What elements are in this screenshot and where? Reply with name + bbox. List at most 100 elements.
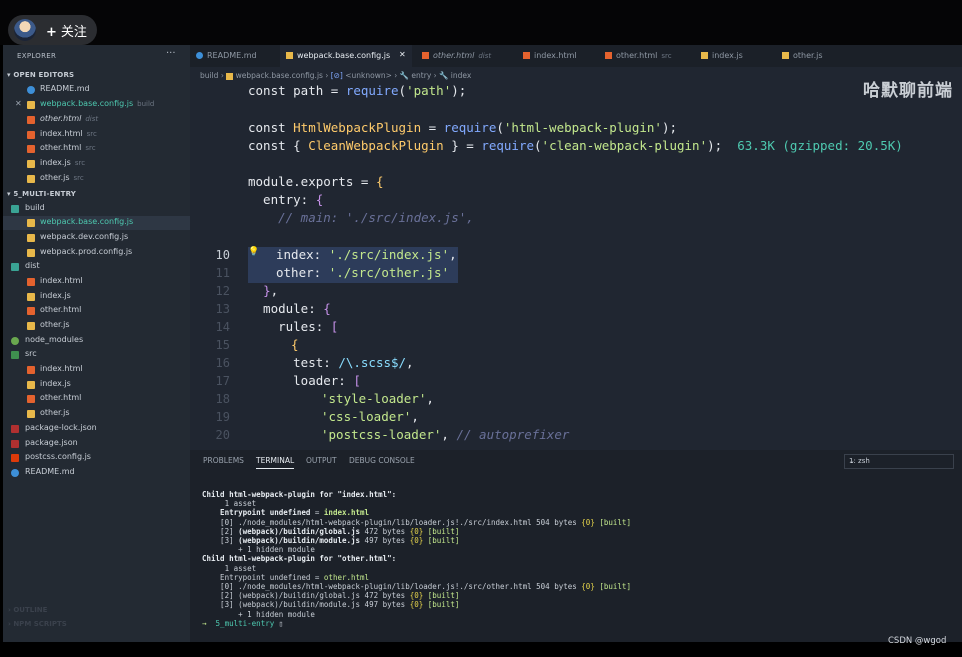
tree-label: dist	[25, 261, 40, 270]
tree-label: postcss.config.js	[25, 452, 91, 461]
tab-readme[interactable]: README.md	[196, 45, 280, 67]
open-editor-item[interactable]: README.md	[3, 83, 190, 97]
js-file-icon	[27, 219, 35, 227]
open-editor-label: other.html dist	[40, 114, 99, 123]
info-file-icon	[196, 52, 203, 59]
tree-folder[interactable]: dist	[3, 260, 190, 274]
js-file-icon	[27, 160, 35, 168]
breadcrumb[interactable]: build › webpack.base.config.js › [⊘] <un…	[200, 71, 471, 80]
open-editor-item[interactable]: other.html dist	[3, 113, 190, 127]
js-file-icon	[27, 249, 35, 257]
line-number: 11	[215, 266, 230, 280]
tree-label: index.html	[40, 364, 83, 373]
open-editor-item[interactable]: other.js src	[3, 172, 190, 186]
tree-label: other.js	[40, 408, 70, 417]
breadcrumb-index[interactable]: index	[451, 71, 472, 80]
tree-label: other.js	[40, 320, 70, 329]
open-editor-label: index.html src	[40, 129, 97, 138]
open-editor-label: other.html src	[40, 143, 96, 152]
open-editors-label: OPEN EDITORS	[13, 71, 75, 79]
tab-debug-console[interactable]: DEBUG CONSOLE	[349, 456, 415, 465]
tree-file[interactable]: postcss.config.js	[3, 451, 190, 465]
terminal-select[interactable]: 1: zsh ⌄	[844, 454, 954, 469]
line-number: 20	[215, 428, 230, 442]
tab-webpack-base-config[interactable]: webpack.base.config.js ✕	[280, 45, 412, 67]
tab-index-html[interactable]: index.html	[523, 45, 591, 67]
open-editors-header[interactable]: ▾ OPEN EDITORS	[7, 71, 74, 79]
js-file-icon	[782, 52, 789, 59]
explorer-title: EXPLORER	[17, 52, 57, 60]
tree-file[interactable]: webpack.dev.config.js	[3, 231, 190, 245]
tree-label: README.md	[25, 467, 75, 476]
tree-label: build	[25, 203, 45, 212]
npm-scripts-header[interactable]: › NPM SCRIPTS	[8, 620, 67, 628]
tree-file[interactable]: package.json	[3, 437, 190, 451]
tree-folder[interactable]: node_modules	[3, 334, 190, 348]
code-line: },	[263, 283, 279, 298]
tree-label: index.js	[40, 291, 71, 300]
breadcrumb-file[interactable]: webpack.base.config.js	[236, 71, 323, 80]
tab-label: other.js	[793, 51, 823, 60]
tree-label: other.html	[40, 393, 82, 402]
code-line: index: './src/index.js',	[276, 247, 457, 262]
tree-file[interactable]: other.html	[3, 392, 190, 406]
breadcrumb-symbol[interactable]: <unknown>	[345, 71, 392, 80]
tree-file[interactable]: other.js	[3, 407, 190, 421]
code-line: const path = require('path');	[248, 83, 467, 98]
tree-file[interactable]: other.html	[3, 304, 190, 318]
tree-file[interactable]: other.js	[3, 319, 190, 333]
tab-label: index.html	[534, 51, 577, 60]
tree-file[interactable]: index.html	[3, 275, 190, 289]
tree-file[interactable]: README.md	[3, 466, 190, 480]
tab-other-js[interactable]: other.js	[782, 45, 842, 67]
open-editor-item[interactable]: other.html src	[3, 142, 190, 156]
npm-scripts-label: NPM SCRIPTS	[13, 620, 67, 628]
breadcrumb-entry[interactable]: entry	[411, 71, 431, 80]
breadcrumb-folder[interactable]: build	[200, 71, 218, 80]
csdn-watermark: CSDN @wgod	[888, 636, 947, 646]
close-icon[interactable]: ✕	[15, 99, 22, 108]
html-file-icon	[27, 131, 35, 139]
open-editor-item[interactable]: index.js src	[3, 157, 190, 171]
tree-file[interactable]: index.js	[3, 290, 190, 304]
tab-output[interactable]: OUTPUT	[306, 456, 337, 465]
project-header[interactable]: ▾ 5_MULTI-ENTRY	[7, 190, 76, 198]
tree-folder[interactable]: src	[3, 348, 190, 362]
html-file-icon	[27, 395, 35, 403]
open-editor-item[interactable]: ✕ webpack.base.config.js build	[3, 98, 190, 112]
line-number: 14	[215, 320, 230, 334]
editor-tabs: README.md webpack.base.config.js ✕ other.…	[190, 45, 962, 67]
tree-file[interactable]: index.html	[3, 363, 190, 377]
follow-button[interactable]: + 关注	[8, 15, 97, 45]
code-editor[interactable]: README.md webpack.base.config.js ✕ other.…	[190, 45, 962, 450]
tree-folder[interactable]: build	[3, 202, 190, 216]
code-line: module: {	[248, 301, 331, 316]
js-file-icon	[226, 72, 234, 80]
close-icon[interactable]: ✕	[399, 50, 406, 59]
tree-file[interactable]: index.js	[3, 378, 190, 392]
open-editor-item[interactable]: index.html src	[3, 128, 190, 142]
outline-header[interactable]: › OUTLINE	[8, 606, 47, 614]
avatar[interactable]	[14, 19, 36, 41]
node-folder-icon	[11, 337, 19, 345]
tree-file[interactable]: webpack.base.config.js	[3, 216, 190, 230]
tree-file[interactable]: package-lock.json	[3, 422, 190, 436]
lightbulb-icon[interactable]: 💡	[248, 247, 259, 257]
tab-index-js[interactable]: index.js	[701, 45, 761, 67]
code-line: loader: [	[248, 373, 361, 388]
tab-other-html-dist[interactable]: other.html dist	[422, 45, 500, 67]
panel-tabs: PROBLEMS TERMINAL OUTPUT DEBUG CONSOLE 1…	[190, 450, 962, 470]
js-file-icon	[286, 52, 293, 59]
html-file-icon	[27, 145, 35, 153]
html-file-icon	[27, 366, 35, 374]
chevron-down-icon: ⌄	[849, 457, 855, 465]
open-editor-label: README.md	[40, 84, 90, 93]
more-actions-icon[interactable]: ···	[166, 48, 176, 59]
tab-other-html-src[interactable]: other.html src	[605, 45, 685, 67]
line-number: 19	[215, 410, 230, 424]
tree-file[interactable]: webpack.prod.config.js	[3, 246, 190, 260]
tab-problems[interactable]: PROBLEMS	[203, 456, 244, 465]
line-number: 12	[215, 284, 230, 298]
tab-terminal[interactable]: TERMINAL	[256, 456, 295, 469]
terminal-output[interactable]: Child html-webpack-plugin for "index.htm…	[202, 490, 631, 628]
